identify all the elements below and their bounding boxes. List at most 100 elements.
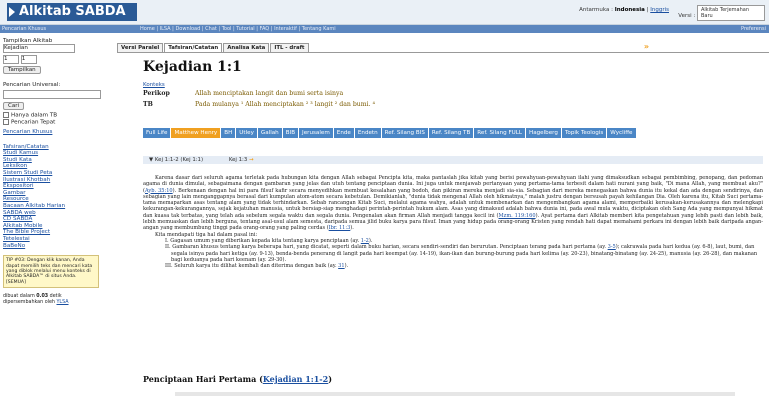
nav-bar: Pencarian Khusus Home | ILSA | Download … bbox=[0, 25, 769, 33]
commentary-tab[interactable]: Jerusalem bbox=[299, 128, 333, 138]
tip-text: TIP #03: Dengan klik kanan, Anda dapat m… bbox=[6, 258, 93, 285]
sidebar: Tampilkan Alkitab Kejadian 1 1 Tampilkan… bbox=[0, 34, 112, 420]
scripture-link[interactable]: Ibr. 11:3 bbox=[329, 225, 351, 231]
sidebar-link[interactable]: Alkitab Mobile bbox=[3, 223, 112, 230]
verse-code: TB bbox=[143, 101, 153, 108]
context-link[interactable]: Konteks bbox=[143, 82, 165, 88]
universal-search-label: Pencarian Universal: bbox=[3, 82, 61, 88]
sidebar-link[interactable]: Sistem Studi Peta bbox=[3, 170, 112, 177]
language-label: Antarmuka : bbox=[579, 7, 613, 13]
alkitab-sabda-logo[interactable]: Alkitab SABDA bbox=[7, 3, 137, 21]
commentary-tab[interactable]: Matthew Henry bbox=[171, 128, 221, 138]
verse-row-perikop: Perikop Allah menciptakan langit dan bumi… bbox=[143, 90, 343, 97]
generated-unit: detik bbox=[49, 294, 62, 300]
current-passage-label: Kej 1:1-2 (Kej 1:1) bbox=[154, 157, 204, 163]
language-indonesia[interactable]: Indonesia bbox=[615, 7, 645, 13]
language-separator: | bbox=[646, 7, 649, 13]
dove-icon bbox=[9, 7, 15, 17]
commentary-tab[interactable]: Ref. Silang BIS bbox=[381, 128, 428, 138]
commentary-tab[interactable]: Full Life bbox=[143, 128, 171, 138]
version-label: Versi : bbox=[678, 13, 696, 19]
top-header: Alkitab SABDA Antarmuka : Indonesia | In… bbox=[0, 0, 769, 25]
paragraph-text: ). bbox=[350, 225, 354, 232]
presented-by-label: dipersembahkan oleh bbox=[3, 299, 55, 305]
book-select[interactable]: Kejadian bbox=[3, 44, 75, 53]
verse-text[interactable]: Pada mulanya ¹ Allah menciptakan ² ³ lan… bbox=[195, 101, 375, 108]
sidebar-link[interactable]: CD SABDA bbox=[3, 216, 112, 223]
verse-ref-link[interactable]: 3-5 bbox=[608, 244, 616, 250]
commentary-tab[interactable]: Ende bbox=[333, 128, 354, 138]
chapter-select[interactable]: 1 bbox=[3, 55, 19, 64]
tip-box: TIP #03: Dengan klik kanan, Anda dapat m… bbox=[3, 255, 99, 289]
section-ref-link[interactable]: Kejadian 1:1-2 bbox=[263, 374, 328, 384]
commentary-paragraph: Karena dasar dari seluruh agama terletak… bbox=[143, 175, 763, 232]
sidebar-link[interactable]: Ekspositori bbox=[3, 183, 112, 190]
sidebar-link[interactable]: Studi Kamus bbox=[3, 150, 112, 157]
scripture-link[interactable]: Ayb. 35:10 bbox=[145, 188, 173, 194]
exact-search-label: Pencarian Tepat bbox=[11, 119, 56, 125]
sidebar-link[interactable]: SABDA web bbox=[3, 210, 112, 217]
commentary-tab[interactable]: Utley bbox=[236, 128, 257, 138]
logo-text: Alkitab SABDA bbox=[19, 4, 126, 19]
sidebar-link[interactable]: Resource bbox=[3, 196, 112, 203]
sidebar-link[interactable]: Gambar bbox=[3, 190, 112, 197]
next-passage-label: Kej 1:3 bbox=[228, 157, 248, 163]
commentary-tab[interactable]: Ref. Silang TB bbox=[428, 128, 474, 138]
outline-list: I. Gagasan umum yang diberikan kepada ki… bbox=[165, 238, 763, 269]
outline-number: II. bbox=[165, 244, 171, 251]
double-arrow-icon[interactable]: » bbox=[644, 42, 649, 51]
sidebar-link[interactable]: Leksikon bbox=[3, 163, 112, 170]
main-content: Versi Paralel Tafsiran/Catatan Analisa Kat… bbox=[115, 34, 769, 420]
section-heading: Penciptaan Hari Pertama (Kejadian 1:1-2) bbox=[143, 374, 332, 384]
resource-links: Tafsiran/Catatan Studi Kamus Studi Kata Lek… bbox=[3, 144, 112, 250]
verse-select[interactable]: 1 bbox=[20, 55, 37, 64]
search-button[interactable]: Cari bbox=[3, 102, 24, 110]
next-passage[interactable]: Kej 1:3 → bbox=[229, 157, 254, 163]
commentary-tab[interactable]: BIB bbox=[282, 128, 299, 138]
language-inggris-link[interactable]: Inggris bbox=[650, 7, 669, 13]
nav-preferensi[interactable]: Preferensi bbox=[741, 25, 766, 33]
exact-search-checkbox[interactable] bbox=[3, 118, 9, 125]
generated-label: dibuat dalam bbox=[3, 294, 35, 300]
outline-text: Gambaran khusus tentang karya beberapa h… bbox=[172, 244, 608, 251]
nav-links[interactable]: Home | ILSA | Download | Chat | Tool | T… bbox=[140, 25, 336, 33]
verse-code: Perikop bbox=[143, 90, 170, 97]
scripture-link[interactable]: Mzm. 119:160 bbox=[499, 213, 536, 219]
outline-item: II. Gambaran khusus tentang karya bebera… bbox=[165, 244, 763, 263]
commentary-tab[interactable]: Topik Teologis bbox=[561, 128, 607, 138]
commentary-tab[interactable]: Ref. Silang FULL bbox=[474, 128, 525, 138]
only-tb-checkbox[interactable] bbox=[3, 112, 9, 118]
sidebar-link[interactable]: Tetelestai bbox=[3, 236, 112, 243]
commentary-tab[interactable]: Endetn bbox=[354, 128, 381, 138]
search-input[interactable] bbox=[3, 90, 101, 99]
commentary-tab[interactable]: Gallah bbox=[257, 128, 282, 138]
sidebar-link[interactable]: BaBeNo bbox=[3, 243, 112, 250]
outline-text: Seluruh karya itu dilihat kembali dan di… bbox=[174, 263, 339, 270]
commentary-tabs: Full Life Matthew Henry BH Utley Gallah BIB Je… bbox=[143, 128, 768, 139]
faded-text-line bbox=[175, 392, 735, 396]
current-passage[interactable]: ▼ Kej 1:1-2 (Kej 1:1) bbox=[149, 157, 203, 163]
sidebar-link[interactable]: Bacaan Alkitab Harian bbox=[3, 203, 112, 210]
outline-item: III. Seluruh karya itu dilihat kembali d… bbox=[165, 263, 763, 269]
version-select[interactable]: Alkitab Terjemahan Baru bbox=[697, 5, 765, 21]
commentary-body: Karena dasar dari seluruh agama terletak… bbox=[143, 175, 763, 269]
version-select-group: Versi : Alkitab Terjemahan Baru bbox=[678, 5, 765, 21]
commentary-tab[interactable]: Wycliffe bbox=[607, 128, 636, 138]
tab-divider bbox=[117, 52, 769, 53]
section-title-tail: ) bbox=[328, 374, 332, 384]
sidebar-link[interactable]: Tafsiran/Catatan bbox=[3, 144, 112, 151]
sidebar-link[interactable]: Ilustrasi Khotbah bbox=[3, 177, 112, 184]
commentary-nav: ▼ Kej 1:1-2 (Kej 1:1) Kej 1:3 → bbox=[143, 156, 763, 164]
sidebar-link[interactable]: The Bible Project bbox=[3, 229, 112, 236]
commentary-tab[interactable]: BH bbox=[221, 128, 236, 138]
generated-info: dibuat dalam 0.03 detik dipersembahkan o… bbox=[3, 294, 112, 306]
only-tb-label: Hanya dalam TB bbox=[11, 112, 58, 119]
special-search-link[interactable]: Pencarian Khusus bbox=[3, 129, 112, 136]
language-switch: Antarmuka : Indonesia | Inggris bbox=[579, 7, 669, 13]
nav-pencarian-khusus[interactable]: Pencarian Khusus bbox=[2, 25, 46, 33]
commentary-tab[interactable]: Hagelberg bbox=[526, 128, 561, 138]
sidebar-link[interactable]: Studi Kata bbox=[3, 157, 112, 164]
verse-row-tb: TB Pada mulanya ¹ Allah menciptakan ² ³ l… bbox=[143, 101, 375, 108]
show-button[interactable]: Tampilkan bbox=[3, 66, 41, 74]
ylsa-link[interactable]: YLSA bbox=[56, 300, 68, 305]
